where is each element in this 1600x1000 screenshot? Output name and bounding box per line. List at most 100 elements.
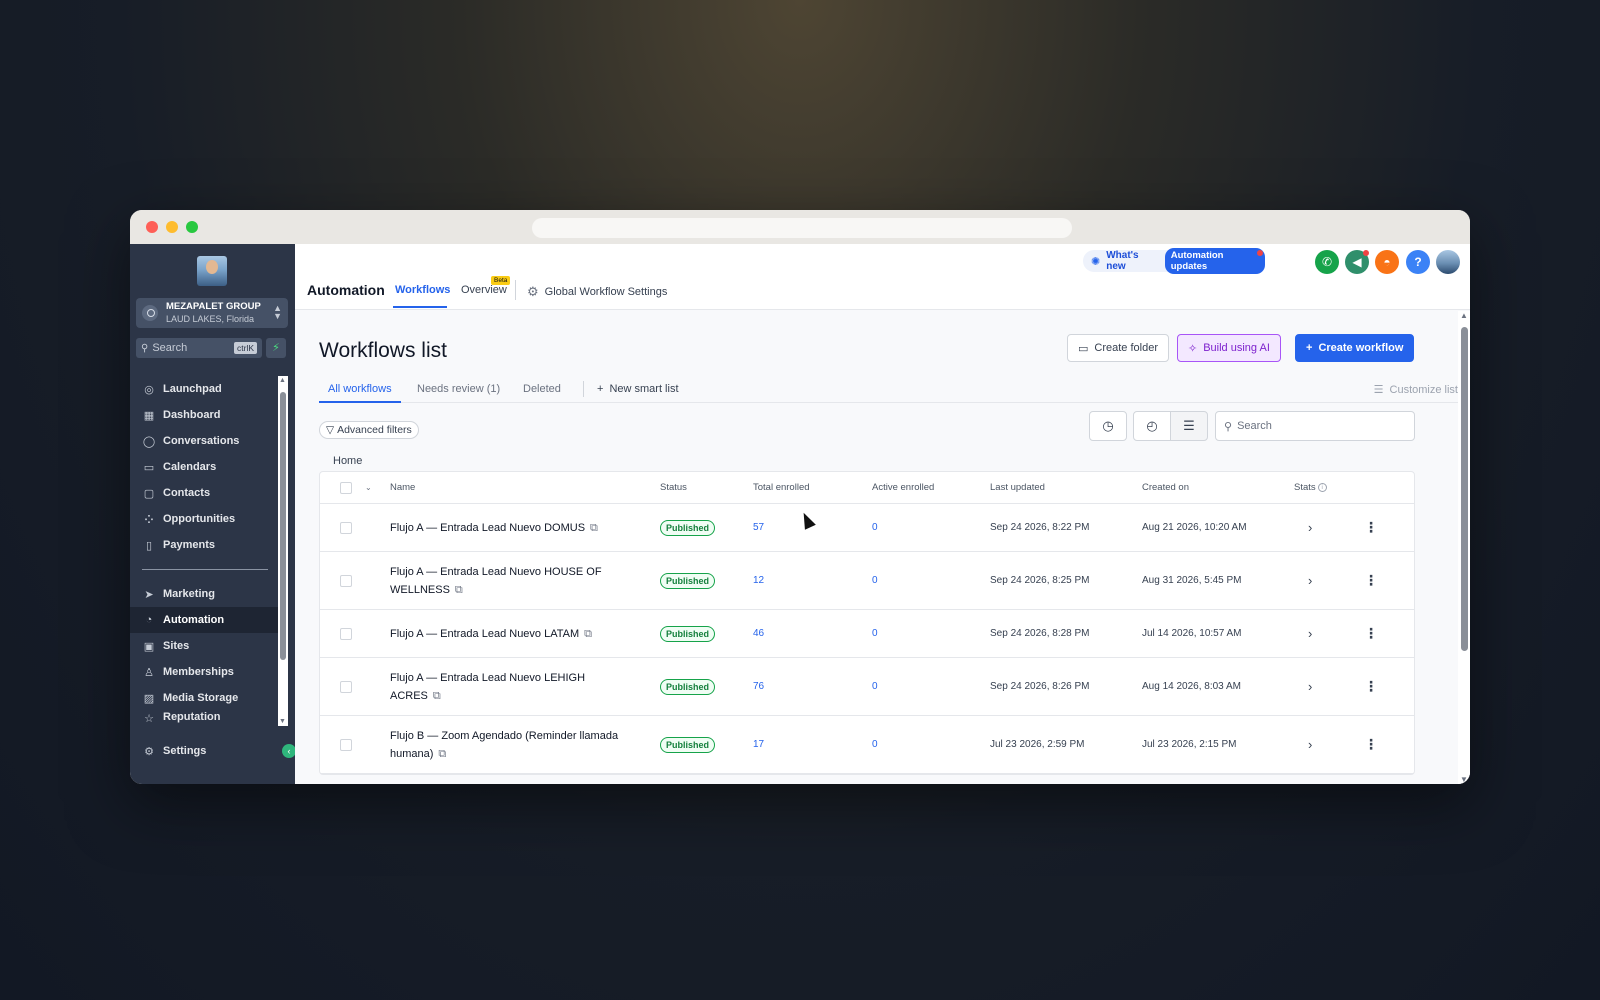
minimize-window-button[interactable] <box>166 221 178 233</box>
chevron-right-icon[interactable]: › <box>1308 737 1312 752</box>
tab-workflows[interactable]: Workflows <box>395 284 450 296</box>
column-last-updated[interactable]: Last updated <box>990 482 1045 493</box>
select-all-checkbox[interactable] <box>340 481 352 494</box>
scrollbar-thumb[interactable] <box>1461 327 1468 651</box>
build-using-ai-button[interactable]: ✧ Build using AI <box>1177 334 1281 362</box>
scroll-down-icon[interactable]: ▼ <box>279 718 286 725</box>
collapse-sidebar-chevron-icon[interactable]: ‹ <box>282 744 296 758</box>
sidebar-item-contacts[interactable]: ▢ Contacts <box>130 480 278 506</box>
phone-icon[interactable]: ✆ <box>1315 250 1339 274</box>
chevron-right-icon[interactable]: › <box>1308 520 1312 535</box>
external-link-icon[interactable]: ⧉ <box>584 628 592 640</box>
active-enrolled-link[interactable]: 0 <box>872 739 878 750</box>
total-enrolled-link[interactable]: 12 <box>753 575 764 586</box>
search-input[interactable]: ⚲ Search <box>1215 411 1415 441</box>
sidebar-item-calendars[interactable]: ▭ Calendars <box>130 454 278 480</box>
sidebar-scrollbar[interactable]: ▲ ▼ <box>278 376 288 726</box>
scroll-up-icon[interactable]: ▲ <box>279 377 286 384</box>
new-smart-list-button[interactable]: + New smart list <box>597 383 679 395</box>
workflow-name[interactable]: Flujo A — Entrada Lead Nuevo HOUSE OF WE… <box>390 563 620 599</box>
main-scrollbar[interactable]: ▲ ▼ <box>1458 311 1470 784</box>
total-enrolled-link[interactable]: 57 <box>753 522 764 533</box>
external-link-icon[interactable]: ⧉ <box>590 522 598 534</box>
close-window-button[interactable] <box>146 221 158 233</box>
help-icon[interactable]: ? <box>1406 250 1430 274</box>
table-row[interactable]: Flujo A — Entrada Lead Nuevo HOUSE OF WE… <box>320 552 1414 610</box>
table-row[interactable]: Flujo A — Entrada Lead Nuevo LATAM ⧉ Publ… <box>320 610 1414 658</box>
history-icon[interactable]: ◷ <box>1089 411 1127 441</box>
column-status[interactable]: Status <box>660 482 687 493</box>
more-options-icon[interactable]: ⋮ <box>1364 625 1378 642</box>
row-checkbox[interactable] <box>340 738 352 751</box>
sidebar-item-reputation[interactable]: ☆ Reputation <box>130 711 278 725</box>
total-enrolled-link[interactable]: 17 <box>753 739 764 750</box>
external-link-icon[interactable]: ⧉ <box>433 690 441 702</box>
sidebar-item-settings[interactable]: ⚙ Settings <box>130 738 290 764</box>
table-row[interactable]: Flujo A — Entrada Lead Nuevo DOMUS ⧉ Publ… <box>320 504 1414 552</box>
sidebar-item-automation[interactable]: ◔ Automation <box>130 607 278 633</box>
chevron-down-icon[interactable]: ⌄ <box>365 483 372 492</box>
tab-overview[interactable]: Overview <box>461 284 507 296</box>
user-avatar[interactable] <box>1436 250 1460 274</box>
sidebar-item-marketing[interactable]: ➤ Marketing <box>130 581 278 607</box>
active-enrolled-link[interactable]: 0 <box>872 681 878 692</box>
more-options-icon[interactable]: ⋮ <box>1364 678 1378 695</box>
workflow-name[interactable]: Flujo B — Zoom Agendado (Reminder llamad… <box>390 727 620 763</box>
address-bar[interactable] <box>532 218 1072 238</box>
external-link-icon[interactable]: ⧉ <box>438 748 446 760</box>
list-view-icon[interactable]: ☰ <box>1170 411 1208 441</box>
more-options-icon[interactable]: ⋮ <box>1364 572 1378 589</box>
sidebar-item-opportunities[interactable]: ⁘ Opportunities <box>130 506 278 532</box>
row-checkbox[interactable] <box>340 680 352 693</box>
breadcrumb[interactable]: Home <box>333 455 362 467</box>
column-created-on[interactable]: Created on <box>1142 482 1189 493</box>
bell-icon[interactable]: ◓ <box>1375 250 1399 274</box>
sidebar-item-media-storage[interactable]: ▨ Media Storage <box>130 685 278 711</box>
chevron-right-icon[interactable]: › <box>1308 626 1312 641</box>
more-options-icon[interactable]: ⋮ <box>1364 736 1378 753</box>
row-checkbox[interactable] <box>340 574 352 587</box>
sidebar-search[interactable]: ⚲ Search ctrlK <box>136 338 262 358</box>
table-row[interactable]: Flujo A — Entrada Lead Nuevo LEHIGH ACRE… <box>320 658 1414 716</box>
active-enrolled-link[interactable]: 0 <box>872 628 878 639</box>
sidebar-item-payments[interactable]: ▯ Payments <box>130 532 278 558</box>
megaphone-icon[interactable]: ◀ <box>1345 250 1369 274</box>
row-checkbox[interactable] <box>340 627 352 640</box>
more-options-icon[interactable]: ⋮ <box>1364 519 1378 536</box>
maximize-window-button[interactable] <box>186 221 198 233</box>
column-total-enrolled[interactable]: Total enrolled <box>753 482 810 493</box>
create-folder-button[interactable]: ▭ Create folder <box>1067 334 1169 362</box>
column-active-enrolled[interactable]: Active enrolled <box>872 482 934 493</box>
account-switcher[interactable]: MEZAPALET GROUP LAUD LAKES, Florida ▲ ▼ <box>136 298 288 328</box>
sidebar-item-memberships[interactable]: ♙ Memberships <box>130 659 278 685</box>
advanced-filters-button[interactable]: ▽ Advanced filters <box>319 421 419 439</box>
external-link-icon[interactable]: ⧉ <box>455 584 463 596</box>
tab-needs-review[interactable]: Needs review (1) <box>417 383 500 395</box>
workflow-name[interactable]: Flujo A — Entrada Lead Nuevo DOMUS ⧉ <box>390 519 620 537</box>
sidebar-item-conversations[interactable]: ◯ Conversations <box>130 428 278 454</box>
tab-deleted[interactable]: Deleted <box>523 383 561 395</box>
chevron-right-icon[interactable]: › <box>1308 679 1312 694</box>
whats-new-button[interactable]: ✺ What's new Automation updates <box>1083 248 1265 274</box>
sidebar-item-launchpad[interactable]: ◎ Launchpad <box>130 376 278 402</box>
workflow-name[interactable]: Flujo A — Entrada Lead Nuevo LATAM ⧉ <box>390 625 620 643</box>
table-row[interactable]: Flujo B — Zoom Agendado (Reminder llamad… <box>320 716 1414 774</box>
scroll-down-icon[interactable]: ▼ <box>1460 775 1468 784</box>
scroll-up-icon[interactable]: ▲ <box>1460 311 1468 320</box>
sidebar-item-sites[interactable]: ▣ Sites <box>130 633 278 659</box>
active-enrolled-link[interactable]: 0 <box>872 522 878 533</box>
create-workflow-button[interactable]: + Create workflow <box>1295 334 1415 362</box>
quick-action-bolt-icon[interactable]: ⚡ <box>266 338 286 358</box>
row-checkbox[interactable] <box>340 521 352 534</box>
column-name[interactable]: Name <box>390 479 620 497</box>
total-enrolled-link[interactable]: 76 <box>753 681 764 692</box>
tab-global-workflow-settings[interactable]: ⚙ Global Workflow Settings <box>527 284 667 300</box>
clock-icon[interactable]: ◴ <box>1133 411 1171 441</box>
scrollbar-thumb[interactable] <box>280 392 286 660</box>
sidebar-item-dashboard[interactable]: ▦ Dashboard <box>130 402 278 428</box>
active-enrolled-link[interactable]: 0 <box>872 575 878 586</box>
column-stats[interactable]: Stats i <box>1294 482 1327 493</box>
tab-all-workflows[interactable]: All workflows <box>328 383 392 395</box>
customize-list-button[interactable]: ☰ Customize list <box>1374 383 1458 396</box>
chevron-right-icon[interactable]: › <box>1308 573 1312 588</box>
